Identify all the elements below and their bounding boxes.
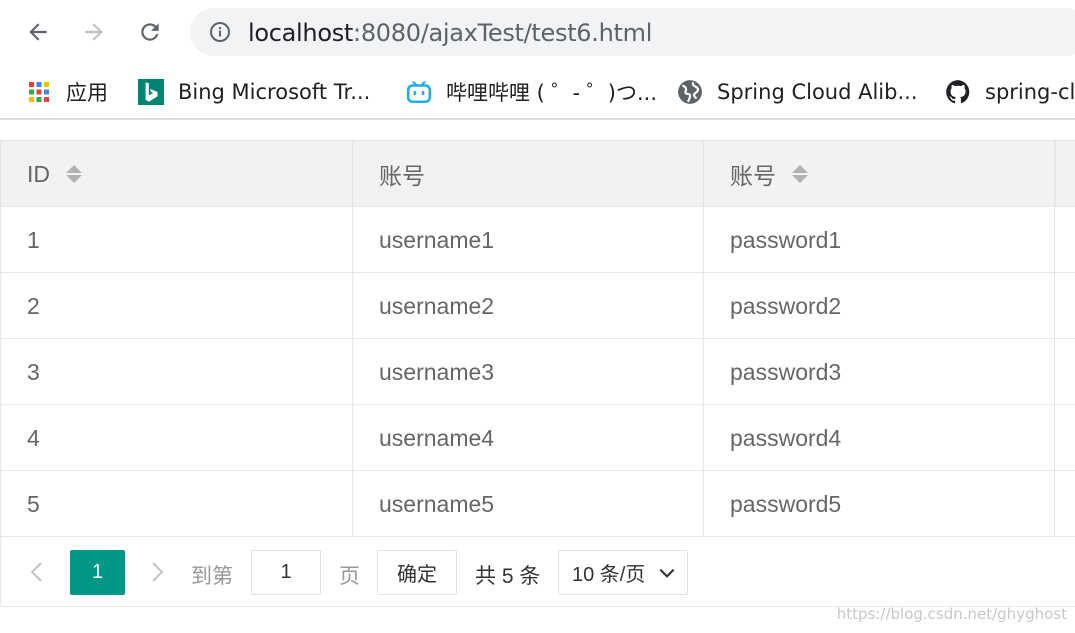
- page-size-select[interactable]: 10 条/页: [558, 550, 688, 595]
- bookmark-label: 哔哩哔哩 ( ゜- ゜)つ...: [446, 81, 658, 105]
- cell-username: username5: [353, 471, 704, 537]
- table-row[interactable]: 3 username3 password3: [1, 339, 1075, 405]
- url-text[interactable]: localhost:8080/ajaxTest/test6.html: [248, 19, 652, 47]
- info-icon[interactable]: [208, 20, 232, 44]
- goto-suffix-label: 页: [339, 565, 360, 588]
- cell-id: 4: [1, 405, 353, 471]
- bookmark-bing[interactable]: Bing Microsoft Tr...: [138, 76, 370, 108]
- bookmark-apps[interactable]: 应用: [26, 76, 108, 108]
- cell-username: username2: [353, 273, 704, 339]
- cell-username: username1: [353, 207, 704, 273]
- total-count-label: 共 5 条: [475, 565, 541, 588]
- chevron-right-icon: [152, 562, 164, 582]
- reload-button[interactable]: [132, 14, 168, 50]
- column-header-filler: [1055, 141, 1075, 207]
- cell-password: password3: [704, 339, 1055, 405]
- arrow-right-icon: [85, 23, 103, 41]
- bookmark-bilibili[interactable]: 哔哩哔哩 ( ゜- ゜)つ...: [406, 76, 657, 108]
- bookmark-label: Bing Microsoft Tr...: [178, 80, 371, 104]
- bookmark-label: 应用: [66, 81, 108, 105]
- cell-id: 1: [1, 207, 353, 273]
- bookmark-github[interactable]: spring-cl: [945, 76, 1075, 108]
- sort-icon[interactable]: [792, 163, 808, 185]
- goto-prefix-label: 到第: [191, 565, 233, 588]
- cell-id: 5: [1, 471, 353, 537]
- bookmark-label: Spring Cloud Alib...: [717, 80, 918, 104]
- table-row[interactable]: 2 username2 password2: [1, 273, 1075, 339]
- arrow-left-icon: [29, 23, 47, 41]
- column-header-password[interactable]: 账号: [704, 141, 1055, 207]
- next-page-button[interactable]: [141, 552, 171, 592]
- bookmarks-bar: 应用 Bing Microsoft Tr... 哔哩哔哩 ( ゜- ゜)つ...…: [0, 64, 1075, 120]
- globe-icon: [677, 79, 703, 105]
- column-header-label: ID: [27, 160, 50, 187]
- table-header-row: ID 账号 账号: [1, 141, 1075, 207]
- bing-icon: [138, 79, 164, 105]
- address-bar[interactable]: localhost:8080/ajaxTest/test6.html: [190, 8, 1075, 56]
- cell-username: username3: [353, 339, 704, 405]
- cell-username: username4: [353, 405, 704, 471]
- prev-page-button[interactable]: [23, 552, 53, 592]
- current-page-button[interactable]: 1: [70, 550, 125, 595]
- column-header-account: 账号: [353, 141, 704, 207]
- sort-icon[interactable]: [66, 163, 82, 185]
- cell-password: password2: [704, 273, 1055, 339]
- data-table: ID 账号 账号 1 username1 password1 2 usernam…: [0, 140, 1075, 607]
- table-row[interactable]: 1 username1 password1: [1, 207, 1075, 273]
- forward-button[interactable]: [76, 14, 112, 50]
- page-size-value: 10 条/页: [572, 564, 646, 586]
- bookmark-label: spring-cl: [985, 80, 1075, 104]
- cell-id: 2: [1, 273, 353, 339]
- column-header-label: 账号: [730, 163, 776, 189]
- reload-icon: [141, 23, 159, 41]
- goto-page-input[interactable]: 1: [251, 550, 321, 595]
- table-row[interactable]: 5 username5 password5: [1, 471, 1075, 537]
- bilibili-icon: [406, 79, 432, 105]
- confirm-button[interactable]: 确定: [377, 550, 457, 595]
- apps-grid-icon: [26, 79, 52, 105]
- url-path: :8080/ajaxTest/test6.html: [353, 19, 653, 47]
- cell-password: password1: [704, 207, 1055, 273]
- chevron-left-icon: [30, 562, 42, 582]
- pagination: 1 到第 1 页 确定 共 5 条 10 条/页: [1, 538, 1075, 608]
- column-header-label: 账号: [379, 163, 425, 189]
- chevron-down-icon: [659, 568, 675, 578]
- bookmark-spring-cloud[interactable]: Spring Cloud Alib...: [677, 76, 918, 108]
- url-host: localhost: [248, 19, 354, 47]
- github-icon: [945, 79, 971, 105]
- browser-toolbar: localhost:8080/ajaxTest/test6.html: [0, 0, 1075, 64]
- cell-password: password5: [704, 471, 1055, 537]
- column-header-id[interactable]: ID: [1, 141, 353, 207]
- watermark: https://blog.csdn.net/ghyghost: [836, 605, 1067, 623]
- back-button[interactable]: [20, 14, 56, 50]
- table-row[interactable]: 4 username4 password4: [1, 405, 1075, 471]
- cell-password: password4: [704, 405, 1055, 471]
- cell-id: 3: [1, 339, 353, 405]
